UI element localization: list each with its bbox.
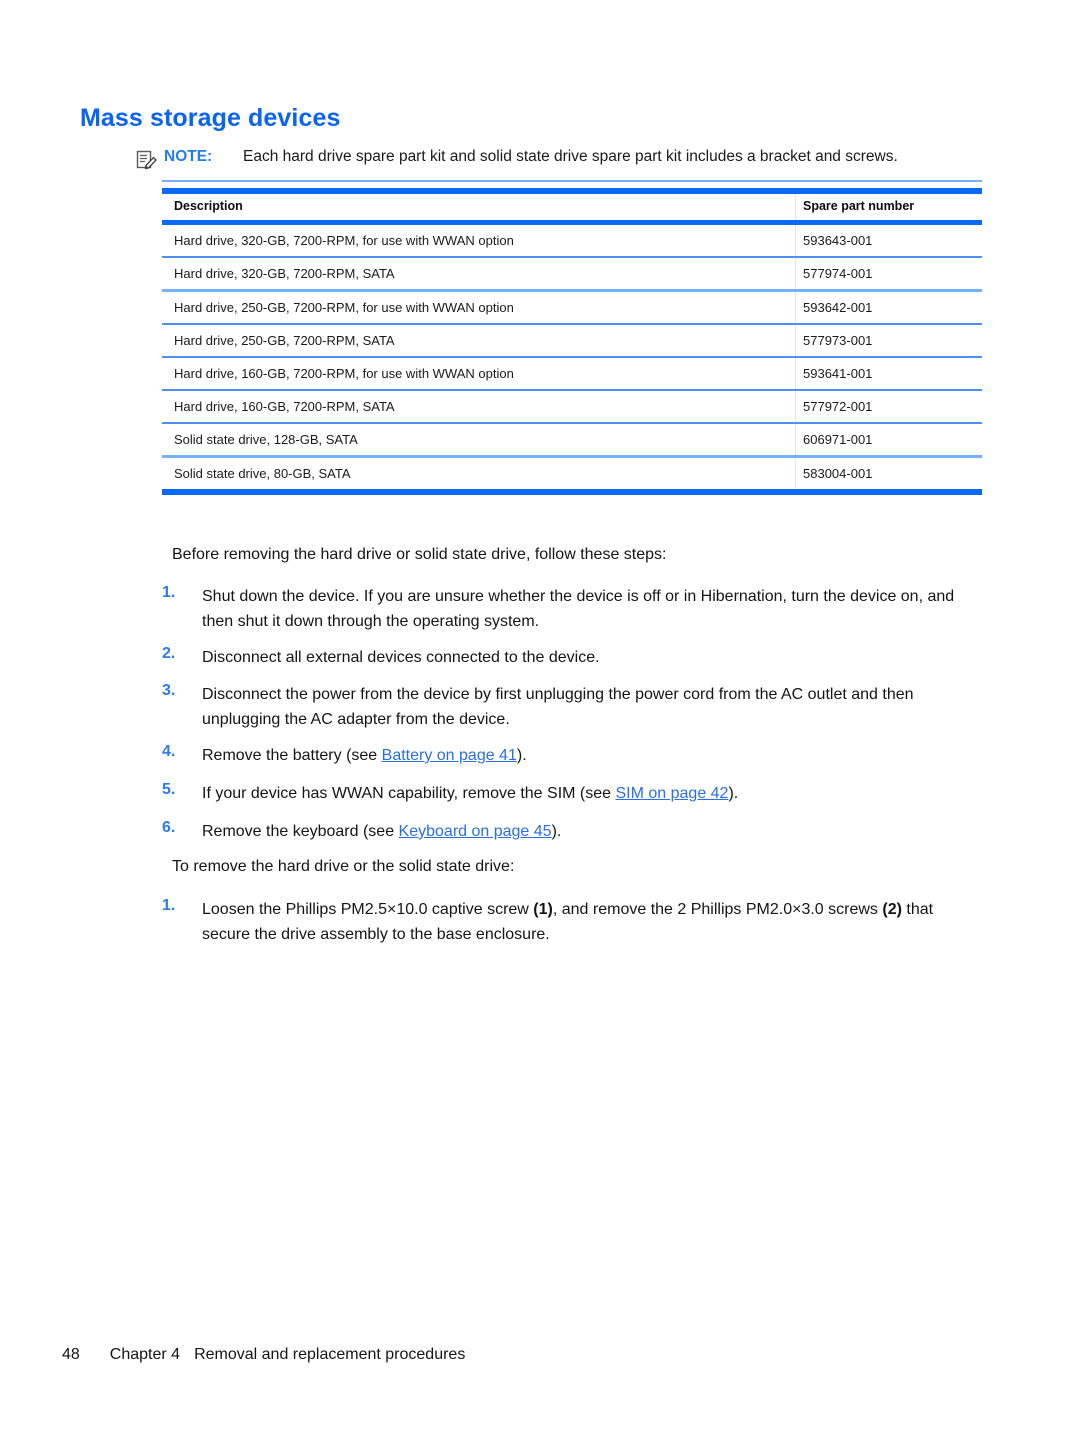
- cell-spare-part-number: 577972-001: [803, 399, 873, 414]
- cell-description: Hard drive, 320-GB, 7200-RPM, for use wi…: [174, 233, 514, 248]
- step-text: Remove the keyboard (see Keyboard on pag…: [202, 819, 984, 844]
- cell-description: Solid state drive, 128-GB, SATA: [174, 432, 358, 447]
- step-text-prefix: If your device has WWAN capability, remo…: [202, 785, 616, 802]
- step-text: Loosen the Phillips PM2.5×10.0 captive s…: [202, 897, 984, 947]
- cell-spare-part-number: 593642-001: [803, 300, 873, 315]
- step-text: If your device has WWAN capability, remo…: [202, 781, 984, 806]
- column-separator: [795, 225, 796, 256]
- column-separator: [795, 458, 796, 489]
- cell-description: Hard drive, 320-GB, 7200-RPM, SATA: [174, 266, 395, 281]
- step-text: Disconnect the power from the device by …: [202, 686, 914, 728]
- step-text-suffix: ).: [551, 823, 562, 840]
- removal-text-part-a: Loosen the Phillips PM2.5×10.0 captive s…: [202, 901, 534, 918]
- step-number: 4.: [162, 743, 176, 760]
- note-pencil-icon: [136, 150, 158, 170]
- cell-description: Hard drive, 160-GB, 7200-RPM, for use wi…: [174, 366, 514, 381]
- table-header-row: Description Spare part number: [162, 194, 982, 220]
- step-number: 1.: [162, 897, 176, 914]
- column-separator: [795, 391, 796, 422]
- column-header-spare-part-number: Spare part number: [803, 199, 915, 213]
- note-text: Each hard drive spare part kit and solid…: [243, 148, 898, 165]
- table-row: Solid state drive, 80-GB, SATA 583004-00…: [162, 458, 982, 489]
- step-number: 1.: [162, 584, 176, 601]
- page-footer: 48 Chapter 4 Removal and replacement proce…: [62, 1346, 465, 1364]
- column-separator: [795, 424, 796, 455]
- footer-page-number: 48: [62, 1346, 80, 1363]
- removal-text-part-b: , and remove the 2 Phillips PM2.0×3.0 sc…: [552, 901, 883, 918]
- column-separator: [795, 292, 796, 323]
- cell-spare-part-number: 577973-001: [803, 333, 873, 348]
- footer-chapter-title: Removal and replacement procedures: [194, 1346, 466, 1363]
- column-separator: [795, 325, 796, 356]
- cell-description: Hard drive, 160-GB, 7200-RPM, SATA: [174, 399, 395, 414]
- step-text-prefix: Remove the battery (see: [202, 747, 382, 764]
- table-row: Hard drive, 250-GB, 7200-RPM, for use wi…: [162, 292, 982, 323]
- note-label: NOTE:: [164, 148, 213, 165]
- cell-description: Hard drive, 250-GB, 7200-RPM, SATA: [174, 333, 395, 348]
- spare-parts-table: Description Spare part number Hard drive…: [162, 188, 982, 495]
- step-number: 3.: [162, 682, 176, 699]
- note-block: NOTE: Each hard drive spare part kit and…: [136, 148, 984, 182]
- step-number: 6.: [162, 819, 176, 836]
- callout-ref-1: (1): [533, 901, 553, 918]
- column-separator: [795, 258, 796, 289]
- link-keyboard-page-45[interactable]: Keyboard on page 45: [399, 823, 552, 840]
- prep-intro-text: Before removing the hard drive or solid …: [172, 546, 667, 563]
- step-number: 2.: [162, 645, 176, 662]
- cell-spare-part-number: 577974-001: [803, 266, 873, 281]
- step-text-suffix: ).: [728, 785, 739, 802]
- callout-ref-2: (2): [882, 901, 902, 918]
- cell-spare-part-number: 593643-001: [803, 233, 873, 248]
- step-text: Remove the battery (see Battery on page …: [202, 743, 984, 768]
- table-row: Hard drive, 320-GB, 7200-RPM, for use wi…: [162, 225, 982, 256]
- step-text-prefix: Remove the keyboard (see: [202, 823, 399, 840]
- step-text: Disconnect all external devices connecte…: [202, 649, 600, 666]
- table-row: Hard drive, 250-GB, 7200-RPM, SATA 57797…: [162, 325, 982, 356]
- step-number: 5.: [162, 781, 176, 798]
- column-separator: [795, 358, 796, 389]
- link-sim-page-42[interactable]: SIM on page 42: [615, 785, 728, 802]
- removal-intro-text: To remove the hard drive or the solid st…: [172, 858, 515, 875]
- step-text: Shut down the device. If you are unsure …: [202, 588, 955, 630]
- table-row: Solid state drive, 128-GB, SATA 606971-0…: [162, 424, 982, 455]
- cell-spare-part-number: 583004-001: [803, 466, 873, 481]
- table-row: Hard drive, 160-GB, 7200-RPM, for use wi…: [162, 358, 982, 389]
- cell-spare-part-number: 606971-001: [803, 432, 873, 447]
- cell-spare-part-number: 593641-001: [803, 366, 873, 381]
- page-title: Mass storage devices: [80, 104, 341, 132]
- cell-description: Solid state drive, 80-GB, SATA: [174, 466, 351, 481]
- cell-description: Hard drive, 250-GB, 7200-RPM, for use wi…: [174, 300, 514, 315]
- link-battery-page-41[interactable]: Battery on page 41: [382, 747, 517, 764]
- note-divider: [162, 180, 982, 182]
- footer-chapter: Chapter 4: [109, 1346, 181, 1363]
- column-separator: [795, 194, 796, 220]
- column-header-description: Description: [174, 199, 243, 213]
- table-row: Hard drive, 320-GB, 7200-RPM, SATA 57797…: [162, 258, 982, 289]
- step-text-suffix: ).: [516, 747, 527, 764]
- table-row: Hard drive, 160-GB, 7200-RPM, SATA 57797…: [162, 391, 982, 422]
- table-bottom-bar: [162, 489, 982, 495]
- document-page: Mass storage devices NOTE: Each hard dri…: [0, 0, 1080, 1437]
